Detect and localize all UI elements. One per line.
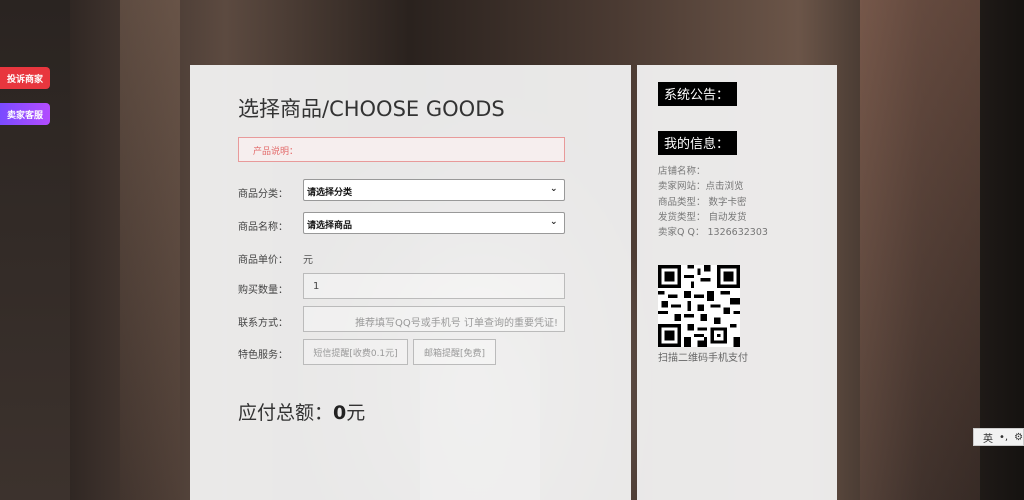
total-amount: 应付总额：0元: [238, 398, 365, 425]
sms-notify-option[interactable]: 短信提醒[收费0.1元]: [303, 339, 408, 365]
ime-toolbar[interactable]: 英 •, ⚙: [973, 428, 1024, 446]
unit-price-value: 元: [303, 255, 313, 266]
page-title: 选择商品/CHOOSE GOODS: [238, 97, 505, 121]
product-description-box: 产品说明：: [238, 137, 565, 162]
quantity-input[interactable]: 1: [303, 273, 565, 299]
contact-label: 联系方式：: [238, 318, 288, 329]
punctuation-icon[interactable]: •,: [999, 432, 1008, 443]
seller-qq-line: 卖家Q Q： 1326632303: [658, 227, 768, 238]
seller-service-button[interactable]: 卖家客服: [0, 103, 50, 125]
my-info-heading: 我的信息：: [658, 131, 738, 155]
seller-website-line[interactable]: 卖家网站：点击浏览: [658, 178, 744, 192]
chevron-down-icon: ⌄: [550, 184, 558, 194]
choose-goods-panel: 选择商品/CHOOSE GOODS 产品说明： 商品分类： 请选择分类 ⌄ 商品…: [190, 65, 631, 500]
contact-input[interactable]: 推荐填写QQ号或手机号 订单查询的重要凭证!: [303, 306, 565, 332]
product-name-label: 商品名称：: [238, 222, 288, 233]
category-label: 商品分类：: [238, 189, 288, 200]
complain-seller-button[interactable]: 投诉商家: [0, 67, 50, 89]
payment-qr-code: [658, 265, 740, 347]
delivery-type-line: 发货类型： 自动发货: [658, 212, 747, 223]
product-select[interactable]: 请选择商品 ⌄: [303, 212, 565, 234]
qr-caption: 扫描二维码手机支付: [658, 353, 748, 364]
chevron-down-icon: ⌄: [550, 217, 558, 227]
product-description-label: 产品说明：: [253, 147, 299, 157]
announcement-heading: 系统公告：: [658, 82, 738, 106]
quantity-label: 购买数量：: [238, 285, 288, 296]
category-select-value: 请选择分类: [307, 188, 353, 198]
product-select-value: 请选择商品: [307, 221, 353, 231]
product-type-line: 商品类型： 数字卡密: [658, 197, 747, 208]
info-sidebar: 系统公告： 我的信息： 店铺名称： 卖家网站：点击浏览 商品类型： 数字卡密 发…: [637, 65, 837, 500]
shop-name-line: 店铺名称：: [658, 166, 706, 177]
total-value: 0: [333, 402, 347, 424]
ime-language[interactable]: 英: [983, 430, 993, 445]
unit-price-label: 商品单价：: [238, 255, 288, 266]
email-notify-option[interactable]: 邮箱提醒[免费]: [413, 339, 496, 365]
gear-icon[interactable]: ⚙: [1014, 432, 1023, 443]
background-column: [120, 0, 180, 500]
total-label: 应付总额：: [238, 402, 334, 424]
category-select[interactable]: 请选择分类 ⌄: [303, 179, 565, 201]
total-unit: 元: [346, 402, 366, 424]
special-service-label: 特色服务：: [238, 350, 288, 361]
background-column: [860, 0, 980, 500]
